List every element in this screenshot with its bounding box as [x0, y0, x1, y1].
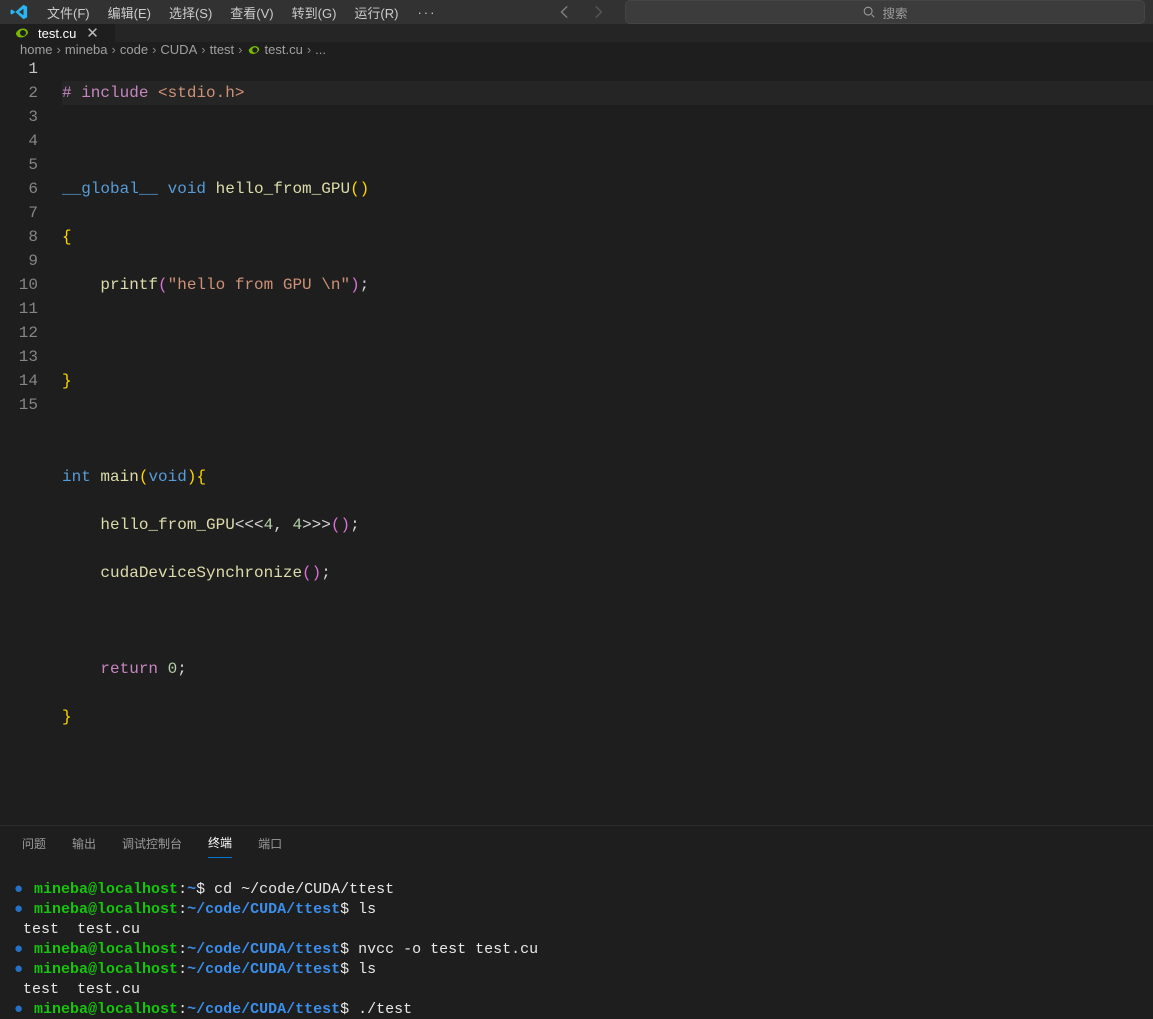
tab-close-icon[interactable]: ✕: [84, 24, 101, 42]
breadcrumb[interactable]: home› mineba› code› CUDA› ttest› test.cu…: [0, 42, 1153, 57]
tab-label: test.cu: [38, 26, 76, 41]
bc-more[interactable]: ...: [315, 42, 326, 57]
menu-select[interactable]: 选择(S): [160, 0, 221, 24]
nav-forward-icon[interactable]: [589, 3, 607, 21]
menu-run[interactable]: 运行(R): [345, 0, 407, 24]
code-content[interactable]: # include <stdio.h> __global__ void hell…: [62, 57, 1153, 825]
nav-back-icon[interactable]: [557, 3, 575, 21]
panel: 问题 输出 调试控制台 终端 端口 ● mineba@localhost:~$ …: [0, 825, 1153, 1019]
terminal[interactable]: ● mineba@localhost:~$ cd ~/code/CUDA/tte…: [0, 866, 1153, 1019]
bc-code[interactable]: code: [120, 42, 148, 57]
tabbar: test.cu ✕: [0, 24, 1153, 42]
bc-user[interactable]: mineba: [65, 42, 108, 57]
search-icon: [862, 5, 876, 19]
search-box[interactable]: 搜索: [625, 0, 1145, 24]
cuda-file-icon: [247, 43, 261, 57]
line-number-gutter: 1234 5678 9101112 131415: [0, 57, 62, 825]
panel-tab-output[interactable]: 输出: [72, 835, 96, 858]
menu-view[interactable]: 查看(V): [221, 0, 282, 24]
bc-file[interactable]: test.cu: [265, 42, 303, 57]
menu-edit[interactable]: 编辑(E): [99, 0, 160, 24]
editor[interactable]: 1234 5678 9101112 131415 # include <stdi…: [0, 57, 1153, 825]
menu-goto[interactable]: 转到(G): [283, 0, 346, 24]
cuda-file-icon: [14, 25, 30, 41]
panel-tab-terminal[interactable]: 终端: [208, 834, 232, 858]
menu-file[interactable]: 文件(F): [38, 0, 99, 24]
vscode-logo-icon: [10, 3, 28, 21]
bc-ttest[interactable]: ttest: [210, 42, 235, 57]
panel-tab-debug[interactable]: 调试控制台: [122, 835, 182, 858]
panel-tab-problems[interactable]: 问题: [22, 835, 46, 858]
panel-tabs: 问题 输出 调试控制台 终端 端口: [0, 826, 1153, 866]
menubar: 文件(F) 编辑(E) 选择(S) 查看(V) 转到(G) 运行(R) ··· …: [0, 0, 1153, 24]
bc-cuda[interactable]: CUDA: [160, 42, 197, 57]
menu-more-icon[interactable]: ···: [407, 5, 446, 20]
tab-test-cu[interactable]: test.cu ✕: [0, 24, 116, 42]
bc-home[interactable]: home: [20, 42, 53, 57]
search-placeholder: 搜索: [882, 3, 907, 22]
panel-tab-ports[interactable]: 端口: [258, 835, 282, 858]
